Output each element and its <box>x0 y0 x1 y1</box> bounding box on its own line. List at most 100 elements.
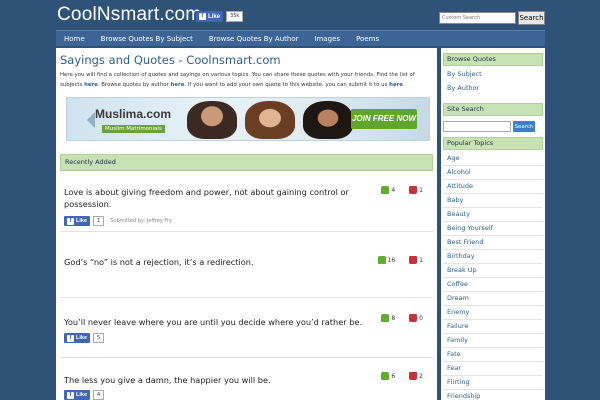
quote-item: Love is about giving freedom and power, … <box>60 172 433 232</box>
vote-down[interactable]: 1 <box>409 186 423 194</box>
nav-images[interactable]: Images <box>306 35 348 43</box>
topic-link[interactable]: Being Yourself <box>447 224 493 232</box>
topic-link[interactable]: Dream <box>447 294 469 302</box>
vote-up-count: 16 <box>387 256 396 264</box>
fb-like-count: 35k <box>226 11 244 22</box>
vote-down-count: 1 <box>419 186 423 194</box>
thumbs-down-icon <box>409 372 418 380</box>
nav-poems[interactable]: Poems <box>348 35 387 43</box>
fb-like-count: 4 <box>93 390 105 400</box>
header-search-button[interactable]: Search <box>518 11 545 25</box>
thumbs-up-icon <box>381 314 390 322</box>
header-search: Search <box>439 11 545 25</box>
topic-link[interactable]: Friendship <box>447 392 480 400</box>
fb-like-count: 5 <box>93 333 105 343</box>
vote-down[interactable]: 0 <box>409 314 423 322</box>
ad-banner[interactable]: Muslima.com Muslim Matrimonials JOIN FRE… <box>66 97 430 141</box>
sidebar: Browse Quotes By Subject By Author Site … <box>441 48 545 400</box>
topic-divider <box>443 333 543 334</box>
topic-divider <box>443 263 543 264</box>
vote-down[interactable]: 2 <box>409 372 423 380</box>
vote-up[interactable]: 6 <box>381 372 395 380</box>
topic-link[interactable]: Fear <box>447 364 461 372</box>
fb-like-button[interactable]: f Like <box>196 11 224 22</box>
fb-like-widget: f Like 35k <box>196 11 244 22</box>
topic-divider <box>443 179 543 180</box>
quote-votes: 16 1 <box>377 256 423 264</box>
vote-up[interactable]: 16 <box>377 256 396 264</box>
quote-item: You’ll never leave where you are until y… <box>60 298 433 358</box>
quote-meta: f Like 1 Submitted by: Jeffrey Fry <box>64 216 172 226</box>
vote-down-count: 1 <box>419 256 423 264</box>
sidebar-search-input[interactable] <box>443 121 511 132</box>
ad-photo <box>187 101 237 139</box>
fb-like-button[interactable]: f Like <box>64 333 91 343</box>
vote-down[interactable]: 1 <box>409 256 423 264</box>
topic-link[interactable]: Birthday <box>447 252 475 260</box>
topic-link[interactable]: Beauty <box>447 210 470 218</box>
quote-text: You’ll never leave where you are until y… <box>64 317 363 327</box>
topic-divider <box>443 305 543 306</box>
topic-divider <box>443 389 543 390</box>
thumbs-down-icon <box>409 186 418 194</box>
ad-brand: Muslima.com <box>95 107 172 121</box>
topic-divider <box>443 193 543 194</box>
sidebar-search-button[interactable]: Search <box>513 121 535 132</box>
nav-home[interactable]: Home <box>56 35 93 43</box>
main-content: Sayings and Quotes - Coolnsmart.com Here… <box>56 48 437 400</box>
vote-up-count: 6 <box>391 372 396 380</box>
topic-link[interactable]: Baby <box>447 196 463 204</box>
header-search-input[interactable] <box>439 12 516 24</box>
ad-join-button[interactable]: JOIN FREE NOW <box>351 109 417 129</box>
main-nav: Home Browse Quotes By Subject Browse Quo… <box>56 30 545 46</box>
topic-divider <box>443 375 543 376</box>
topic-link[interactable]: Fate <box>447 350 461 358</box>
vote-down-count: 2 <box>419 372 423 380</box>
nav-browse-author[interactable]: Browse Quotes By Author <box>201 35 307 43</box>
ad-arrow-icon <box>87 112 95 128</box>
vote-up-count: 4 <box>391 186 396 194</box>
topic-divider <box>443 277 543 278</box>
topic-link[interactable]: Alcohol <box>447 168 471 176</box>
topic-link[interactable]: Enemy <box>447 308 469 316</box>
fb-like-button[interactable]: f Like <box>64 216 91 226</box>
site-header: CoolNsmart.com fLike 35k Search <box>0 0 600 30</box>
topic-divider <box>443 361 543 362</box>
topic-link[interactable]: Family <box>447 336 468 344</box>
facebook-icon: f <box>199 13 206 20</box>
topic-divider <box>443 221 543 222</box>
ad-tagline: Muslim Matrimonials <box>102 125 165 133</box>
quote-item: The less you give a damn, the happier yo… <box>60 358 433 400</box>
vote-up-count: 8 <box>391 314 396 322</box>
topic-link[interactable]: Break Up <box>447 266 477 274</box>
fb-like-button[interactable]: f Like <box>64 390 91 400</box>
topic-link[interactable]: Best Friend <box>447 238 483 246</box>
sidebar-by-author[interactable]: By Author <box>447 84 479 92</box>
sidebar-by-subject[interactable]: By Subject <box>447 70 482 78</box>
quote-meta: f Like 5 <box>64 333 105 343</box>
topic-link[interactable]: Coffee <box>447 280 468 288</box>
quote-meta: f Like 4 <box>64 390 105 400</box>
topic-divider <box>443 291 543 292</box>
topic-link[interactable]: Flirting <box>447 378 470 386</box>
vote-up[interactable]: 4 <box>381 186 395 194</box>
fb-like-label: Like <box>76 392 88 398</box>
thumbs-up-icon <box>381 372 390 380</box>
facebook-icon: f <box>67 217 74 225</box>
intro-link-submit[interactable]: here <box>389 82 403 88</box>
site-logo[interactable]: CoolNsmart.com <box>57 4 201 26</box>
intro-link-authors[interactable]: here <box>171 82 185 88</box>
fb-like-label: Like <box>76 335 88 341</box>
topic-link[interactable]: Age <box>447 154 460 162</box>
topic-link[interactable]: Failure <box>447 322 468 330</box>
facebook-icon: f <box>67 391 74 399</box>
thumbs-down-icon <box>409 256 418 264</box>
vote-up[interactable]: 8 <box>381 314 395 322</box>
topic-link[interactable]: Attitude <box>447 182 473 190</box>
topic-divider <box>443 347 543 348</box>
intro-link-subjects[interactable]: here <box>84 82 98 88</box>
ad-photo <box>303 101 353 139</box>
topic-divider <box>443 319 543 320</box>
nav-browse-subject[interactable]: Browse Quotes By Subject <box>93 35 201 43</box>
vote-down-count: 0 <box>419 314 423 322</box>
